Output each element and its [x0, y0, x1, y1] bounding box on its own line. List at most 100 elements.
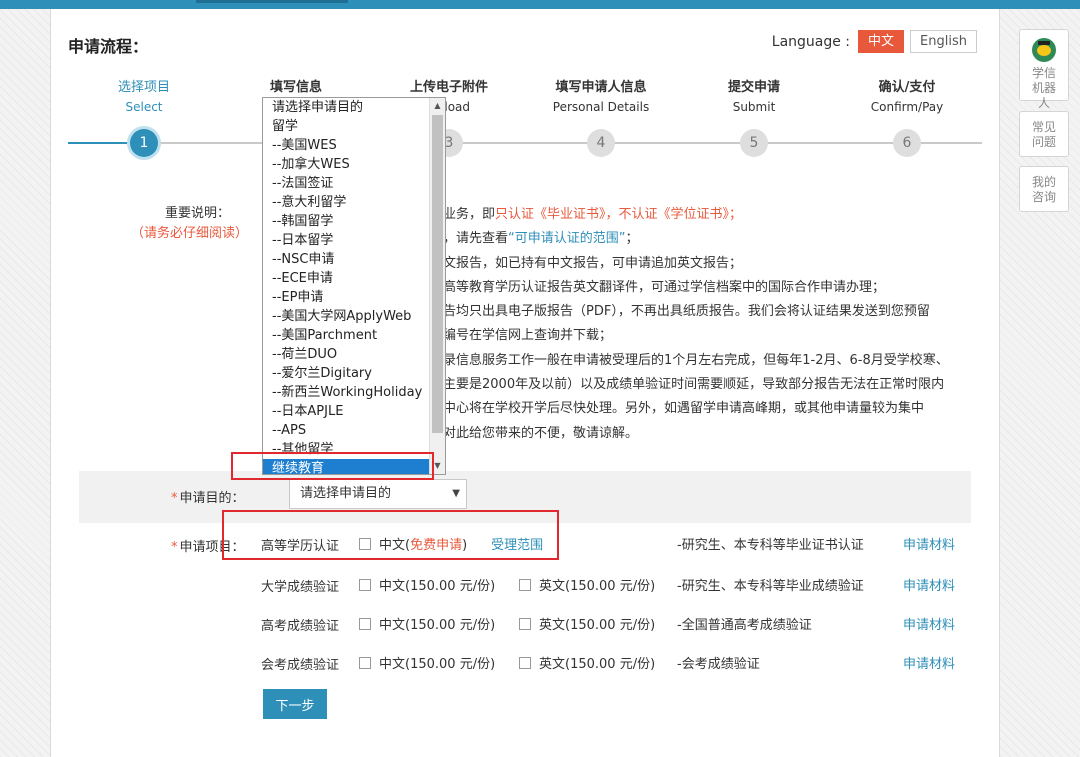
faq-label: 常见问题 [1032, 120, 1057, 149]
notice-line: 告均只出具电子版报告（PDF），不再出具纸质报告。我们会将认证结果发送到您预留 [443, 304, 930, 320]
material-link[interactable]: 申请材料 [903, 614, 955, 633]
robot-button[interactable]: 学信机器人 [1019, 29, 1069, 110]
dropdown-option[interactable]: 请选择申请目的 [263, 98, 429, 117]
notice-line: 对此给您带来的不便，敬请谅解。 [443, 425, 639, 441]
checkbox[interactable] [359, 656, 371, 669]
dropdown-option[interactable]: --ECE申请 [263, 269, 429, 288]
notice-text: 业务，即只认证《毕业证书》，不认证《学位证书》； ，请先查看“可申请认证的范围”… [443, 203, 963, 446]
dropdown-option[interactable]: --EP申请 [263, 288, 429, 307]
language-switcher: Language : 中文 English [772, 30, 977, 53]
dropdown-option[interactable]: --美国Parchment [263, 326, 429, 345]
progress-steps: 选择项目 Select 1 填写信息 2 上传电子附件 Upload 3 填写申… [68, 76, 982, 166]
option-en[interactable]: 英文(150.00 元/份) [519, 614, 655, 633]
notice-line: 中心将在学校开学后尽快处理。另外，如遇留学申请高峰期，或其他申请量较为集中 [443, 401, 925, 417]
item-name: 高考成绩验证 [261, 619, 340, 634]
notice-line: 编号在学信网上查询并下载； [443, 328, 613, 344]
notice-line: 录信息服务工作一般在申请被受理后的1个月左右完成，但每年1-2月、6-8月受学校… [443, 352, 949, 368]
dropdown-option[interactable]: --美国WES [263, 136, 429, 155]
option-zh[interactable]: 中文(150.00 元/份) [359, 575, 495, 594]
purpose-select-value: 请选择申请目的 [300, 486, 392, 501]
step-subtitle: Personal Details [552, 100, 650, 114]
consult-button[interactable]: 我的咨询 [1019, 166, 1069, 212]
item-description: -研究生、本专科等毕业成绩验证 [677, 579, 864, 594]
notice-text-span: ； [625, 231, 639, 247]
item-name: 会考成绩验证 [261, 658, 340, 673]
step-number: 4 [587, 129, 615, 157]
notice-text-span: 业务，即 [443, 207, 496, 222]
material-link[interactable]: 申请材料 [903, 575, 955, 594]
purpose-dropdown-list[interactable]: 请选择申请目的 留学 --美国WES --加拿大WES --法国签证 --意大利… [262, 97, 446, 475]
checkbox[interactable] [519, 617, 531, 630]
top-nav-active-indicator [196, 0, 348, 3]
step-number: 5 [740, 129, 768, 157]
dropdown-option[interactable]: --新西兰WorkingHoliday [263, 383, 429, 402]
material-link[interactable]: 申请材料 [903, 653, 955, 672]
dropdown-option[interactable]: --荷兰DUO [263, 345, 429, 364]
step-submit: 提交申请 Submit 5 [678, 76, 830, 157]
dropdown-option[interactable]: --爱尔兰Digitary [263, 364, 429, 383]
notice-line: 主要是2000年及以前）以及成绩单验证时间需要顺延，导致部分报告无法在正常时限内 [443, 377, 945, 393]
faq-button[interactable]: 常见问题 [1019, 111, 1069, 157]
highlight-box-degree [222, 510, 559, 560]
item-name: 大学成绩验证 [261, 580, 340, 595]
dropdown-option[interactable]: 留学 [263, 117, 429, 136]
dropdown-option[interactable]: --法国签证 [263, 174, 429, 193]
step-number: 1 [130, 129, 158, 157]
step-personal-details: 填写申请人信息 Personal Details 4 [525, 76, 677, 157]
step-subtitle: Confirm/Pay [870, 100, 944, 114]
scroll-up-icon[interactable]: ▲ [430, 98, 445, 114]
checkbox[interactable] [359, 578, 371, 591]
lang-zh-button[interactable]: 中文 [858, 30, 905, 53]
step-select: 选择项目 Select 1 [68, 76, 220, 157]
option-label: 中文(150.00 元/份) [379, 579, 496, 594]
option-label: 中文(150.00 元/份) [379, 657, 496, 672]
item-row-college-grades: 大学成绩验证 中文(150.00 元/份) 英文(150.00 元/份) -研究… [261, 573, 971, 597]
dropdown-option[interactable]: --意大利留学 [263, 193, 429, 212]
step-title: 填写信息 [269, 80, 322, 95]
purpose-select[interactable]: 请选择申请目的 ▼ [289, 479, 467, 509]
notice-line: 文报告，如已持有中文报告，可申请追加英文报告； [443, 255, 743, 271]
option-zh[interactable]: 中文(150.00 元/份) [359, 653, 495, 672]
step-title: 填写申请人信息 [555, 80, 647, 95]
item-description: -会考成绩验证 [677, 657, 760, 672]
dropdown-option[interactable]: --NSC申请 [263, 250, 429, 269]
checkbox[interactable] [519, 578, 531, 591]
option-label: 英文(150.00 元/份) [539, 579, 656, 594]
item-row-huikao: 会考成绩验证 中文(150.00 元/份) 英文(150.00 元/份) -会考… [261, 651, 971, 675]
dropdown-option[interactable]: --美国大学网ApplyWeb [263, 307, 429, 326]
option-zh[interactable]: 中文(150.00 元/份) [359, 614, 495, 633]
step-line-done [68, 142, 128, 144]
dropdown-option[interactable]: --日本留学 [263, 231, 429, 250]
notice-line: ，请先查看“可申请认证的范围”； [443, 227, 963, 251]
highlight-box-dropdown [231, 452, 434, 480]
notice-label: 重要说明： [165, 206, 231, 221]
option-label: 英文(150.00 元/份) [539, 618, 656, 633]
top-nav-bar [0, 0, 1080, 9]
robot-icon [1032, 38, 1056, 62]
scope-range-link[interactable]: “可申请认证的范围” [508, 231, 625, 246]
consult-label: 我的咨询 [1032, 175, 1057, 204]
purpose-label-text: 申请目的： [179, 491, 245, 506]
item-description: -全国普通高考成绩验证 [677, 618, 812, 633]
next-step-button[interactable]: 下一步 [263, 689, 327, 719]
step-subtitle: Submit [732, 100, 776, 114]
option-en[interactable]: 英文(150.00 元/份) [519, 653, 655, 672]
dropdown-option[interactable]: --加拿大WES [263, 155, 429, 174]
option-label: 中文(150.00 元/份) [379, 618, 496, 633]
dropdown-scrollbar[interactable]: ▲ ▼ [429, 98, 445, 474]
option-en[interactable]: 英文(150.00 元/份) [519, 575, 655, 594]
page-title: 申请流程： [68, 37, 149, 56]
option-label: 英文(150.00 元/份) [539, 657, 656, 672]
checkbox[interactable] [519, 656, 531, 669]
main-panel: 申请流程： Language : 中文 English 选择项目 Select … [50, 9, 1000, 757]
notice-line: 高等教育学历认证报告英文翻译件，可通过学信档案中的国际合作申请办理； [443, 279, 886, 295]
scrollbar-thumb[interactable] [432, 115, 443, 433]
lang-en-button[interactable]: English [910, 30, 977, 53]
language-label: Language : [771, 33, 851, 50]
material-link[interactable]: 申请材料 [903, 534, 955, 553]
checkbox[interactable] [359, 617, 371, 630]
step-title: 选择项目 [117, 80, 170, 95]
dropdown-option[interactable]: --APS [263, 421, 429, 440]
dropdown-option[interactable]: --韩国留学 [263, 212, 429, 231]
dropdown-option[interactable]: --日本APJLE [263, 402, 429, 421]
